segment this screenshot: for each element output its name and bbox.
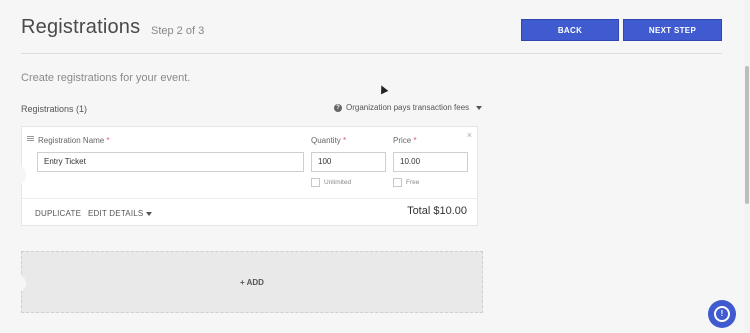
next-step-button[interactable]: NEXT STEP: [623, 19, 722, 41]
card-divider: [22, 198, 477, 199]
registration-name-label: Registration Name *: [38, 136, 110, 145]
scrollbar-thumb[interactable]: [745, 66, 749, 204]
assistant-button[interactable]: !: [708, 300, 736, 328]
unlimited-label: Unlimited: [324, 179, 352, 186]
required-marker: *: [106, 136, 110, 145]
required-marker: *: [413, 136, 417, 145]
fees-dropdown[interactable]: ? Organization pays transaction fees: [334, 103, 483, 112]
back-button[interactable]: BACK: [521, 19, 619, 41]
page-subtitle: Create registrations for your event.: [21, 72, 191, 84]
step-indicator: Step 2 of 3: [151, 25, 205, 37]
page-header: Registrations Step 2 of 3 BACK NEXT STEP: [0, 0, 740, 54]
quantity-label: Quantity *: [311, 136, 347, 145]
checkbox-box[interactable]: [393, 178, 402, 187]
registrations-count: Registrations (1): [21, 104, 88, 114]
checkbox-box[interactable]: [311, 178, 320, 187]
quantity-input[interactable]: 100: [311, 152, 386, 172]
unlimited-checkbox[interactable]: Unlimited: [311, 178, 351, 187]
header-divider: [21, 53, 722, 54]
free-checkbox[interactable]: Free: [393, 178, 419, 187]
total-amount: Total $10.00: [407, 205, 467, 217]
edit-details-dropdown[interactable]: EDIT DETAILS: [88, 209, 153, 218]
add-registration-zone[interactable]: + ADD: [15, 251, 483, 313]
registration-card: × Registration Name * Quantity * Price *…: [15, 126, 478, 226]
price-label: Price *: [393, 136, 417, 145]
free-label: Free: [406, 179, 420, 186]
question-circle-icon: ?: [334, 103, 342, 112]
price-input[interactable]: 10.00: [393, 152, 468, 172]
mouse-cursor-icon: [377, 83, 389, 95]
registration-name-input[interactable]: Entry Ticket: [37, 152, 304, 172]
caret-down-icon: [476, 105, 483, 110]
edit-details-label: EDIT DETAILS: [88, 209, 144, 218]
duplicate-button[interactable]: DUPLICATE: [35, 209, 81, 218]
caret-down-icon: [146, 211, 153, 216]
required-marker: *: [343, 136, 347, 145]
page-title: Registrations: [21, 16, 141, 38]
close-icon[interactable]: ×: [467, 130, 472, 140]
fees-label: Organization pays transaction fees: [346, 103, 470, 112]
add-button-label[interactable]: + ADD: [22, 278, 482, 287]
drag-handle-icon[interactable]: [27, 136, 34, 143]
card-notch: [15, 164, 26, 186]
assistant-icon: !: [714, 306, 730, 322]
